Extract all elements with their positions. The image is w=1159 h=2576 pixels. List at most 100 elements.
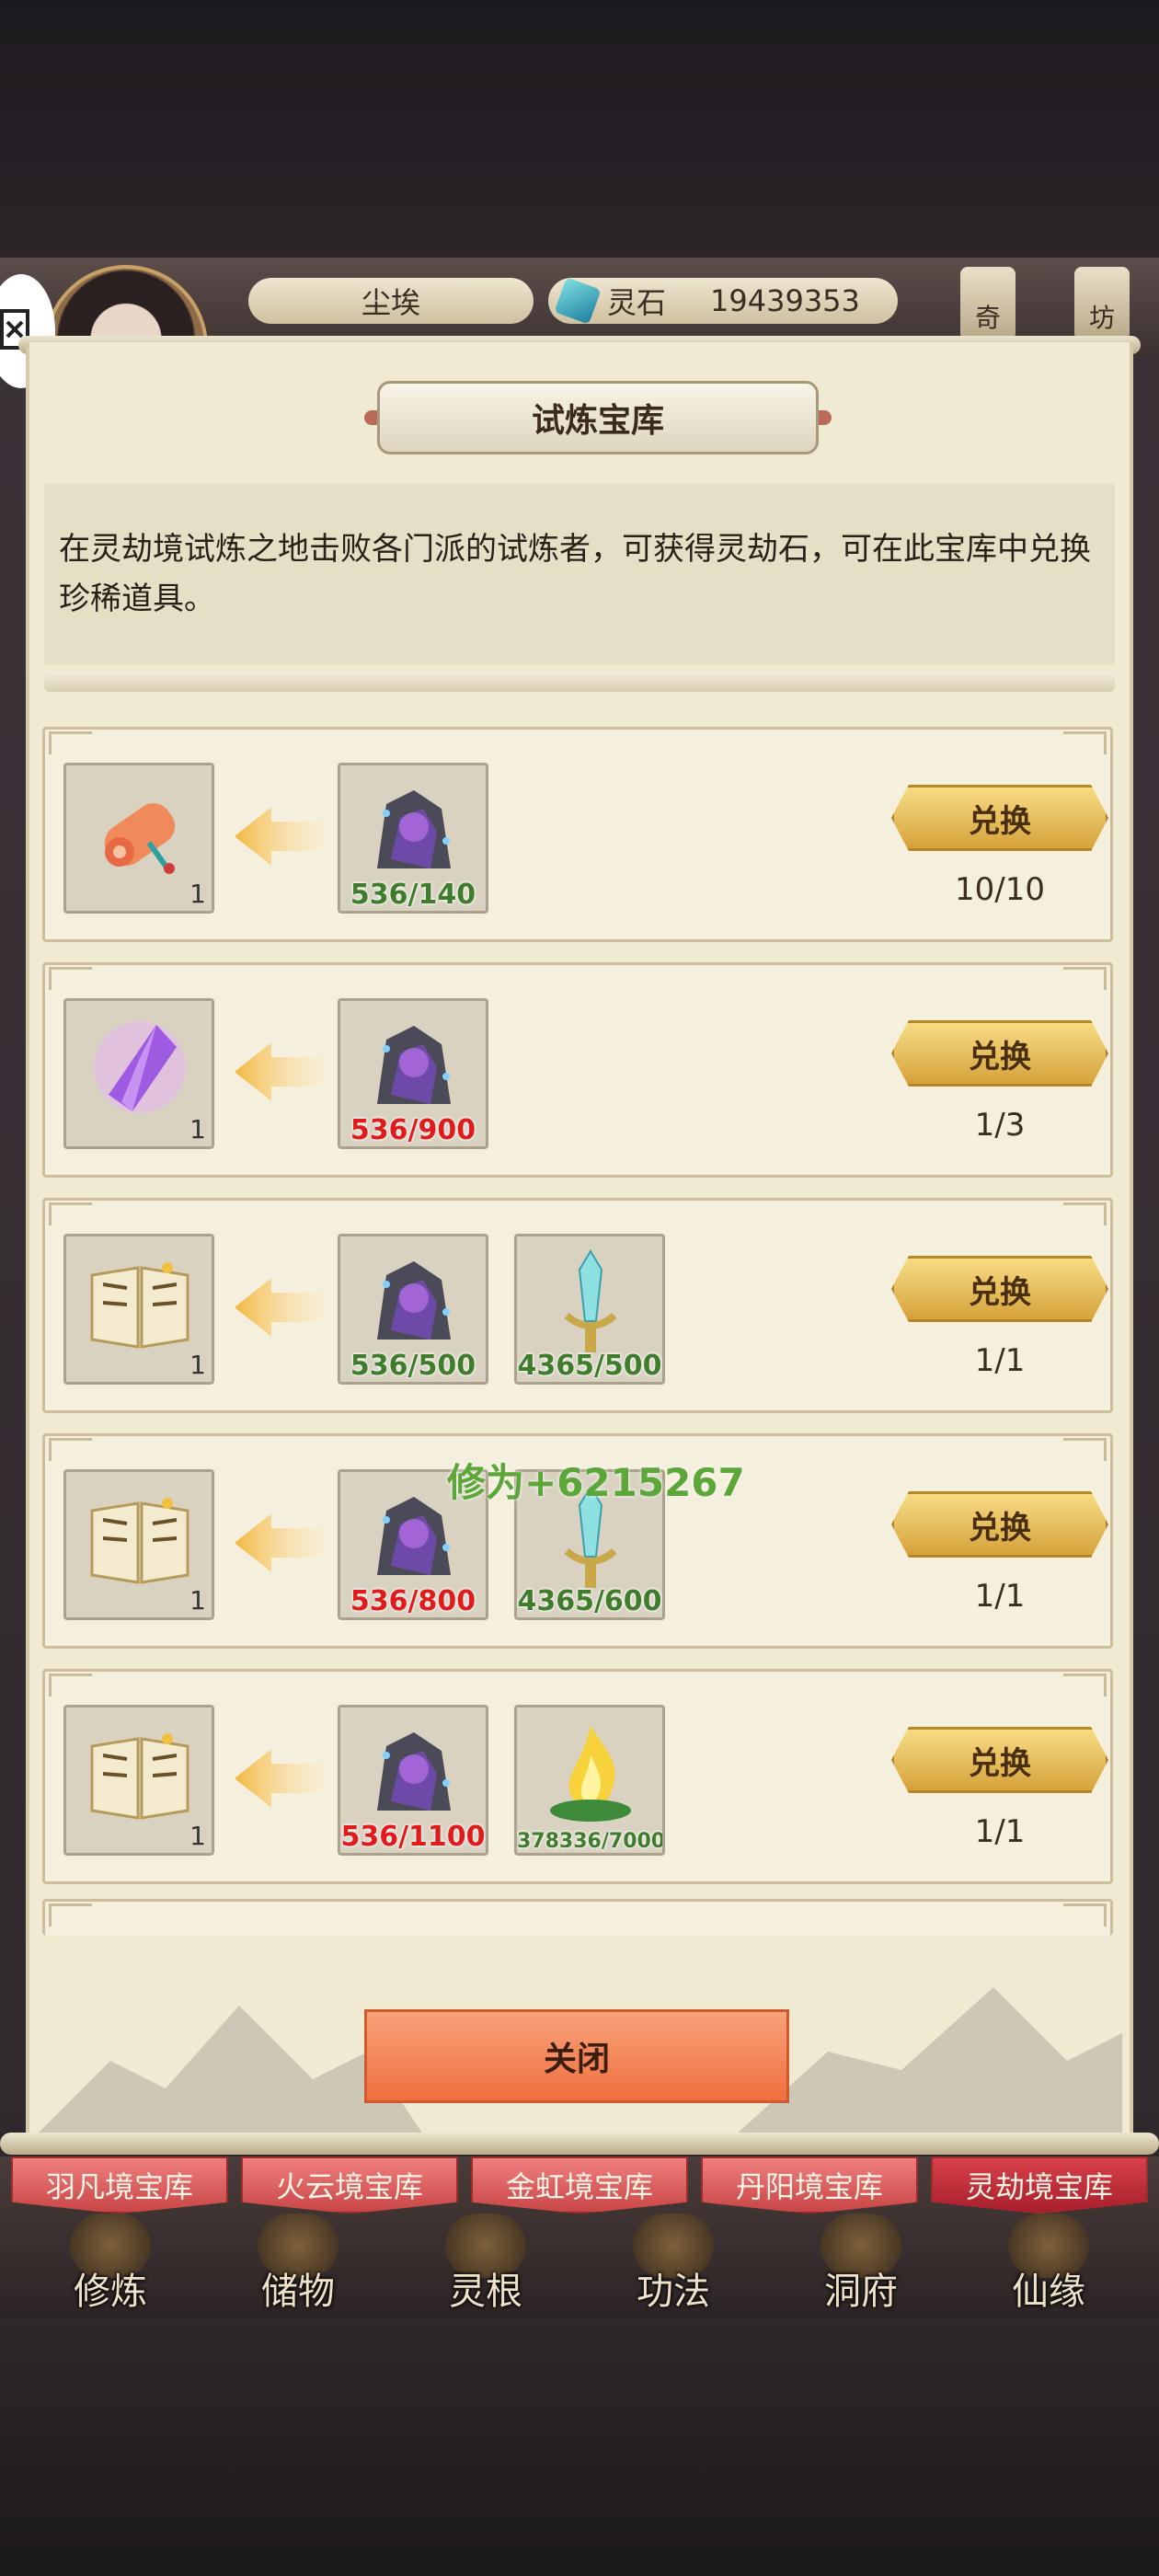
list-item: 1 536/1100 378336/7000 兑换 1/1 — [42, 1669, 1113, 1884]
reward-slot[interactable]: 1 — [63, 998, 214, 1149]
nav-label: 修炼 — [74, 2271, 147, 2313]
row-corner-ornament — [49, 967, 92, 990]
tab-vault-4[interactable]: 灵劫境宝库 — [931, 2156, 1148, 2214]
cost-slot[interactable]: 378336/7000 — [514, 1705, 665, 1856]
arrow-left-icon — [235, 1510, 323, 1576]
nav-label: 功法 — [637, 2271, 710, 2313]
tab-vault-0[interactable]: 羽凡境宝库 — [11, 2156, 228, 2214]
nav-label: 仙缘 — [1012, 2271, 1085, 2313]
exchange-button-label: 兑换 — [969, 1273, 1031, 1311]
side-tab-qi[interactable]: 奇 — [960, 267, 1016, 340]
reward-slot[interactable]: 1 — [63, 1705, 214, 1856]
row-corner-ornament — [49, 1202, 92, 1225]
reward-slot[interactable]: 1 — [63, 1469, 214, 1620]
currency-value: 19439353 — [710, 283, 860, 318]
tab-label: 金虹境宝库 — [505, 2169, 653, 2204]
row-corner-ornament — [49, 731, 92, 754]
player-name-text: 尘埃 — [361, 285, 420, 320]
reward-quantity: 1 — [189, 1350, 206, 1380]
bottom-nav-item[interactable]: 仙缘 — [966, 2214, 1131, 2315]
exchange-button[interactable]: 兑换 — [891, 1256, 1108, 1322]
bottom-nav-item[interactable]: 功法 — [591, 2214, 756, 2315]
tab-label: 羽凡境宝库 — [45, 2169, 193, 2204]
page-title: 试炼宝库 — [531, 402, 664, 440]
exchange-limit: 1/1 — [974, 1813, 1026, 1850]
row-corner-ornament — [1063, 1202, 1107, 1225]
exchange-limit: 10/10 — [955, 871, 1045, 908]
tab-label: 火云境宝库 — [275, 2169, 423, 2204]
reward-quantity: 1 — [189, 1585, 206, 1616]
exchange-list[interactable]: 1 536/140 兑换 10/10 1 536/900 兑换 1/3 1 53… — [40, 699, 1119, 1932]
exchange-button[interactable]: 兑换 — [891, 785, 1108, 851]
row-corner-ornament — [1063, 1673, 1107, 1696]
tab-vault-2[interactable]: 金虹境宝库 — [471, 2156, 688, 2214]
cultivation-gain-popup: 修为+6215267 — [447, 1460, 745, 1505]
bottom-nav-item[interactable]: 储物 — [215, 2214, 381, 2315]
cost-slot[interactable]: 536/500 — [338, 1234, 488, 1385]
side-tab-label: 坊 — [1088, 303, 1115, 333]
panel-title-plate: 试炼宝库 — [364, 381, 832, 456]
cost-count: 4365/500 — [517, 1350, 662, 1382]
nav-label: 灵根 — [449, 2271, 522, 2313]
cost-count: 536/1100 — [340, 1821, 486, 1853]
close-button[interactable]: 关闭 — [364, 2009, 789, 2103]
scroll-bottom-rod — [0, 2133, 1159, 2155]
description-text: 在灵劫境试炼之地击败各门派的试炼者，可获得灵劫石，可在此宝库中兑换珍稀道具。 — [59, 531, 1091, 617]
exchange-button-label: 兑换 — [969, 1744, 1031, 1782]
tab-vault-1[interactable]: 火云境宝库 — [241, 2156, 458, 2214]
list-item-peek — [42, 1899, 1113, 1936]
cost-slot[interactable]: 536/1100 — [338, 1705, 488, 1856]
exchange-limit: 1/1 — [974, 1342, 1026, 1379]
side-tab-fang[interactable]: 坊 — [1074, 267, 1130, 340]
close-button-label: 关闭 — [543, 2041, 610, 2078]
exchange-button[interactable]: 兑换 — [891, 1727, 1108, 1793]
row-corner-ornament — [1063, 967, 1107, 990]
bottom-nav-item[interactable]: 修炼 — [28, 2214, 193, 2315]
arrow-left-icon — [235, 1745, 323, 1811]
cost-count: 536/900 — [350, 1114, 476, 1146]
cost-count: 536/800 — [350, 1585, 476, 1617]
arrow-left-icon — [235, 803, 323, 869]
spirit-stone-icon — [554, 277, 602, 325]
cost-slot[interactable]: 4365/500 — [514, 1234, 665, 1385]
side-tab-label: 奇 — [974, 303, 1001, 333]
exchange-button[interactable]: 兑换 — [891, 1491, 1108, 1558]
row-corner-ornament — [1063, 731, 1107, 754]
exchange-button[interactable]: 兑换 — [891, 1020, 1108, 1087]
cost-count: 4365/600 — [517, 1585, 662, 1617]
bottom-nav-item[interactable]: 灵根 — [403, 2214, 568, 2315]
reward-quantity: 1 — [189, 1821, 206, 1851]
row-corner-ornament — [1063, 1903, 1107, 1926]
cost-count: 536/500 — [350, 1350, 476, 1382]
bottom-nav-item[interactable]: 洞府 — [778, 2214, 944, 2315]
cost-slot[interactable]: 536/900 — [338, 998, 488, 1149]
row-corner-ornament — [49, 1438, 92, 1461]
exchange-limit: 1/3 — [974, 1107, 1026, 1144]
list-item: 1 536/140 兑换 10/10 — [42, 727, 1113, 942]
tab-vault-3[interactable]: 丹阳境宝库 — [701, 2156, 918, 2214]
nav-label: 储物 — [261, 2271, 335, 2313]
list-top-bar — [44, 672, 1115, 692]
row-corner-ornament — [49, 1673, 92, 1696]
exchange-button-label: 兑换 — [969, 1038, 1031, 1075]
reward-quantity: 1 — [189, 1114, 206, 1144]
tab-label: 灵劫境宝库 — [965, 2169, 1113, 2204]
spirit-stone-counter: 灵石 19439353 — [548, 277, 898, 325]
description-box: 在灵劫境试炼之地击败各门派的试炼者，可获得灵劫石，可在此宝库中兑换珍稀道具。 — [44, 484, 1115, 664]
currency-label: 灵石 — [607, 285, 667, 320]
nav-label: 洞府 — [824, 2271, 898, 2313]
exchange-button-label: 兑换 — [969, 802, 1031, 840]
reward-quantity: 1 — [189, 879, 206, 909]
cost-slot[interactable]: 536/140 — [338, 763, 488, 914]
exchange-limit: 1/1 — [974, 1578, 1026, 1615]
list-item: 1 536/500 4365/500 兑换 1/1 — [42, 1198, 1113, 1413]
reward-slot[interactable]: 1 — [63, 763, 214, 914]
reward-slot[interactable]: 1 — [63, 1234, 214, 1385]
arrow-left-icon — [235, 1039, 323, 1105]
row-corner-ornament — [49, 1903, 92, 1926]
exchange-button-label: 兑换 — [969, 1509, 1031, 1547]
player-name: 尘埃 — [248, 278, 534, 324]
tab-label: 丹阳境宝库 — [735, 2169, 883, 2204]
row-corner-ornament — [1063, 1438, 1107, 1461]
cost-count: 378336/7000 — [517, 1830, 665, 1853]
